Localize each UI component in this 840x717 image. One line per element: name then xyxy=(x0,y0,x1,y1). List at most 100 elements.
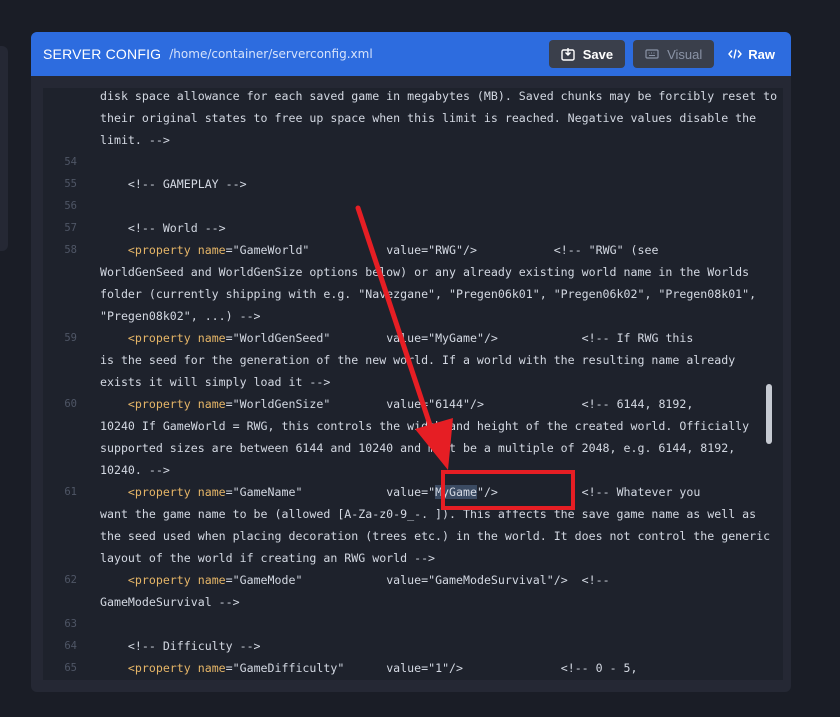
xml-attr-value: value=" xyxy=(386,485,436,499)
xml-tag-close: "/> xyxy=(476,331,498,345)
xml-tag: <property xyxy=(127,243,198,257)
line-number: 60 xyxy=(64,398,77,410)
save-button[interactable]: Save xyxy=(548,40,626,68)
code-text: the seed used when placing decoration (t… xyxy=(100,529,771,543)
code-line: 62 <property name="GameMode" value="Game… xyxy=(43,569,783,591)
line-number: 57 xyxy=(64,222,77,234)
line-text: <property name="GameName" value="MyGame"… xyxy=(100,481,700,503)
code-text: limit. --> xyxy=(100,133,170,147)
xml-attr-value: ="GameMode" xyxy=(225,573,387,587)
line-number: 54 xyxy=(64,156,77,168)
code-line: layout of the world if creating an RWG w… xyxy=(43,547,783,569)
code-line: 65 <property name="GameDifficulty" value… xyxy=(43,657,783,679)
server-config-panel: SERVER CONFIG /home/container/serverconf… xyxy=(31,32,791,692)
xml-attr-value: ="WorldGenSize" xyxy=(225,397,387,411)
line-text: <!-- Difficulty --> xyxy=(100,635,261,657)
xml-attr-name: name xyxy=(197,573,226,587)
xml-tag-close: "/> xyxy=(442,661,464,675)
code-editor[interactable]: disk space allowance for each saved game… xyxy=(43,88,783,680)
line-text: want the game name to be (allowed [A-Za-… xyxy=(100,503,756,525)
code-line: 58 <property name="GameWorld" value="RWG… xyxy=(43,239,783,261)
code-line: 54 xyxy=(43,151,783,173)
line-text: the seed used when placing decoration (t… xyxy=(100,525,770,547)
file-path: /home/container/serverconfig.xml xyxy=(169,47,373,61)
code-line: 57 <!-- World --> xyxy=(43,217,783,239)
save-icon xyxy=(561,47,575,61)
code-line: 56 xyxy=(43,195,783,217)
keyboard-icon xyxy=(645,48,659,60)
line-text: <!-- GAMEPLAY --> xyxy=(100,173,247,195)
panel-title: SERVER CONFIG xyxy=(43,46,162,62)
visual-label: Visual xyxy=(667,46,703,62)
line-text: WorldGenSeed and WorldGenSize options be… xyxy=(100,261,749,283)
line-text: exists it will simply load it --> xyxy=(100,371,330,393)
code-text: layout of the world if creating an RWG w… xyxy=(100,551,436,565)
code-line: folder (currently shipping with e.g. "Na… xyxy=(43,283,783,305)
xml-attr-name: name xyxy=(197,331,226,345)
line-number: 61 xyxy=(64,486,77,498)
xml-attr-value: ="GameDifficulty" xyxy=(225,661,387,675)
code-text: supported sizes are between 6144 and 102… xyxy=(100,441,736,455)
xml-attr-value: value=" xyxy=(386,397,436,411)
line-number: 62 xyxy=(64,574,77,586)
code-line: the seed used when placing decoration (t… xyxy=(43,525,783,547)
line-text: <property name="GameMode" value="GameMod… xyxy=(100,569,610,591)
xml-attr-value: value=" xyxy=(386,243,436,257)
save-label: Save xyxy=(582,46,614,62)
line-text: <property name="WorldGenSeed" value="MyG… xyxy=(100,327,693,349)
raw-label: Raw xyxy=(748,46,775,62)
code-text: 10240. --> xyxy=(100,463,170,477)
raw-button[interactable]: Raw xyxy=(722,40,781,68)
code-lines: disk space allowance for each saved game… xyxy=(43,88,783,679)
code-text: "Pregen08k02", ...) --> xyxy=(100,309,261,323)
scrollbar-thumb[interactable] xyxy=(766,384,772,444)
property-value: RWG xyxy=(435,243,457,257)
xml-tag: <property xyxy=(127,331,198,345)
code-line: 63 xyxy=(43,613,783,635)
xml-comment: <!-- xyxy=(567,573,610,587)
code-line: GameModeSurvival --> xyxy=(43,591,783,613)
code-line: "Pregen08k02", ...) --> xyxy=(43,305,783,327)
property-value: 1 xyxy=(435,661,443,675)
line-number: 63 xyxy=(64,618,77,630)
annotation-highlight-box xyxy=(441,470,575,510)
xml-attr-name: name xyxy=(197,485,226,499)
line-text: layout of the world if creating an RWG w… xyxy=(100,547,435,569)
line-number: 56 xyxy=(64,200,77,212)
xml-tag: <property xyxy=(127,397,198,411)
xml-attr-name: name xyxy=(197,661,226,675)
xml-tag: <property xyxy=(127,661,198,675)
xml-attr-value: ="WorldGenSeed" xyxy=(225,331,387,345)
line-number: 59 xyxy=(64,332,77,344)
code-text: is the seed for the generation of the ne… xyxy=(100,353,736,367)
line-text: 10240. --> xyxy=(100,459,170,481)
line-text: is the seed for the generation of the ne… xyxy=(100,349,735,371)
xml-comment: <!-- 6144, 8192, xyxy=(483,397,694,411)
code-text: 10240 If GameWorld = RWG, this controls … xyxy=(100,419,750,433)
property-value: 6144 xyxy=(435,397,463,411)
code-line: WorldGenSeed and WorldGenSize options be… xyxy=(43,261,783,283)
code-text: want the game name to be (allowed [A-Za-… xyxy=(100,507,757,521)
property-value: MyGame xyxy=(435,331,477,345)
code-line: their original states to free up space w… xyxy=(43,107,783,129)
line-number: 58 xyxy=(64,244,77,256)
line-text: 10240 If GameWorld = RWG, this controls … xyxy=(100,415,749,437)
xml-attr-name: name xyxy=(197,397,226,411)
xml-attr-value: value=" xyxy=(386,331,436,345)
code-line: limit. --> xyxy=(43,129,783,151)
line-text: GameModeSurvival --> xyxy=(100,591,240,613)
line-text: "Pregen08k02", ...) --> xyxy=(100,305,261,327)
xml-comment: <!-- "RWG" (see xyxy=(476,243,659,257)
xml-attr-value: value=" xyxy=(386,661,436,675)
xml-comment: <!-- 0 - 5, xyxy=(463,661,638,675)
code-line: 10240 If GameWorld = RWG, this controls … xyxy=(43,415,783,437)
property-value: GameModeSurvival xyxy=(435,573,547,587)
visual-button[interactable]: Visual xyxy=(633,40,715,68)
code-text: GameModeSurvival --> xyxy=(100,595,240,609)
